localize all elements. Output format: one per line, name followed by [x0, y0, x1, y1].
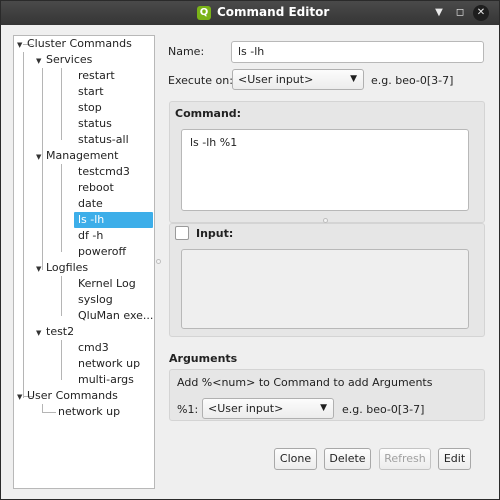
tree-group-test2[interactable]: ▼ test2 — [36, 324, 74, 340]
app-icon: Q — [197, 6, 211, 20]
argument-1-label: %1: — [177, 403, 199, 416]
chevron-down-icon[interactable]: ▼ — [36, 325, 46, 341]
tree-item[interactable]: cmd3 — [78, 340, 109, 356]
tree-root-cluster-commands[interactable]: ▼ Cluster Commands — [17, 36, 132, 52]
tree-item[interactable]: start — [78, 84, 104, 100]
command-textarea[interactable]: ls -lh %1 — [181, 129, 469, 211]
chevron-down-icon[interactable]: ▼ — [36, 149, 46, 165]
tree-item[interactable]: stop — [78, 100, 102, 116]
chevron-down-icon[interactable]: ▼ — [17, 37, 27, 53]
tree-item[interactable]: restart — [78, 68, 115, 84]
execute-on-hint: e.g. beo-0[3-7] — [371, 74, 454, 87]
tree-group-services[interactable]: ▼ Services — [36, 52, 92, 68]
tree-item[interactable]: network up — [78, 356, 140, 372]
window-title: Command Editor — [217, 5, 330, 19]
command-title: Command: — [175, 107, 242, 120]
tree-item[interactable]: syslog — [78, 292, 113, 308]
arguments-title: Arguments — [169, 352, 238, 365]
tree-item[interactable]: network up — [58, 404, 120, 420]
tree-item[interactable]: testcmd3 — [78, 164, 130, 180]
tree-item[interactable]: df -h — [78, 228, 103, 244]
command-editor-window: Q Command Editor ▼ ◻ ✕ ▼ Cluster Commands… — [0, 0, 500, 500]
chevron-down-icon[interactable]: ▼ — [36, 261, 46, 277]
tree-item[interactable]: Kernel Log — [78, 276, 136, 292]
clone-button[interactable]: Clone — [274, 448, 317, 470]
tree-item[interactable]: status — [78, 116, 112, 132]
tree-item-selected[interactable]: ls -lh — [74, 212, 153, 228]
tree-item[interactable]: status-all — [78, 132, 129, 148]
splitter-handle[interactable] — [156, 259, 161, 264]
minimize-button[interactable]: ▼ — [431, 5, 447, 21]
chevron-down-icon: ▼ — [320, 403, 327, 413]
input-textarea[interactable] — [181, 249, 469, 329]
tree-item[interactable]: poweroff — [78, 244, 126, 260]
refresh-button[interactable]: Refresh — [379, 448, 431, 470]
input-title: Input: — [196, 227, 234, 240]
arguments-hint: Add %<num> to Command to add Arguments — [177, 376, 433, 389]
chevron-down-icon: ▼ — [350, 74, 357, 84]
input-checkbox[interactable] — [175, 226, 189, 240]
chevron-down-icon[interactable]: ▼ — [36, 53, 46, 69]
edit-button[interactable]: Edit — [438, 448, 471, 470]
chevron-down-icon[interactable]: ▼ — [17, 389, 27, 405]
tree-item[interactable]: QluMan exe... — [78, 308, 153, 324]
argument-1-hint: e.g. beo-0[3-7] — [342, 403, 425, 416]
name-input[interactable]: ls -lh — [231, 41, 484, 63]
close-button[interactable]: ✕ — [473, 5, 489, 21]
tree-group-management[interactable]: ▼ Management — [36, 148, 118, 164]
tree-item[interactable]: date — [78, 196, 103, 212]
tree-root-user-commands[interactable]: ▼ User Commands — [17, 388, 118, 404]
command-tree[interactable]: ▼ Cluster Commands ▼ Services restart star… — [13, 35, 155, 489]
tree-item[interactable]: multi-args — [78, 372, 134, 388]
tree-group-logfiles[interactable]: ▼ Logfiles — [36, 260, 88, 276]
execute-on-select[interactable]: <User input> ▼ — [232, 69, 364, 90]
name-label: Name: — [168, 45, 205, 58]
execute-on-label: Execute on: — [168, 74, 233, 87]
argument-1-select[interactable]: <User input> ▼ — [202, 398, 334, 419]
delete-button[interactable]: Delete — [324, 448, 371, 470]
title-bar: Q Command Editor ▼ ◻ ✕ — [1, 1, 499, 25]
maximize-button[interactable]: ◻ — [452, 5, 468, 21]
tree-item[interactable]: reboot — [78, 180, 114, 196]
